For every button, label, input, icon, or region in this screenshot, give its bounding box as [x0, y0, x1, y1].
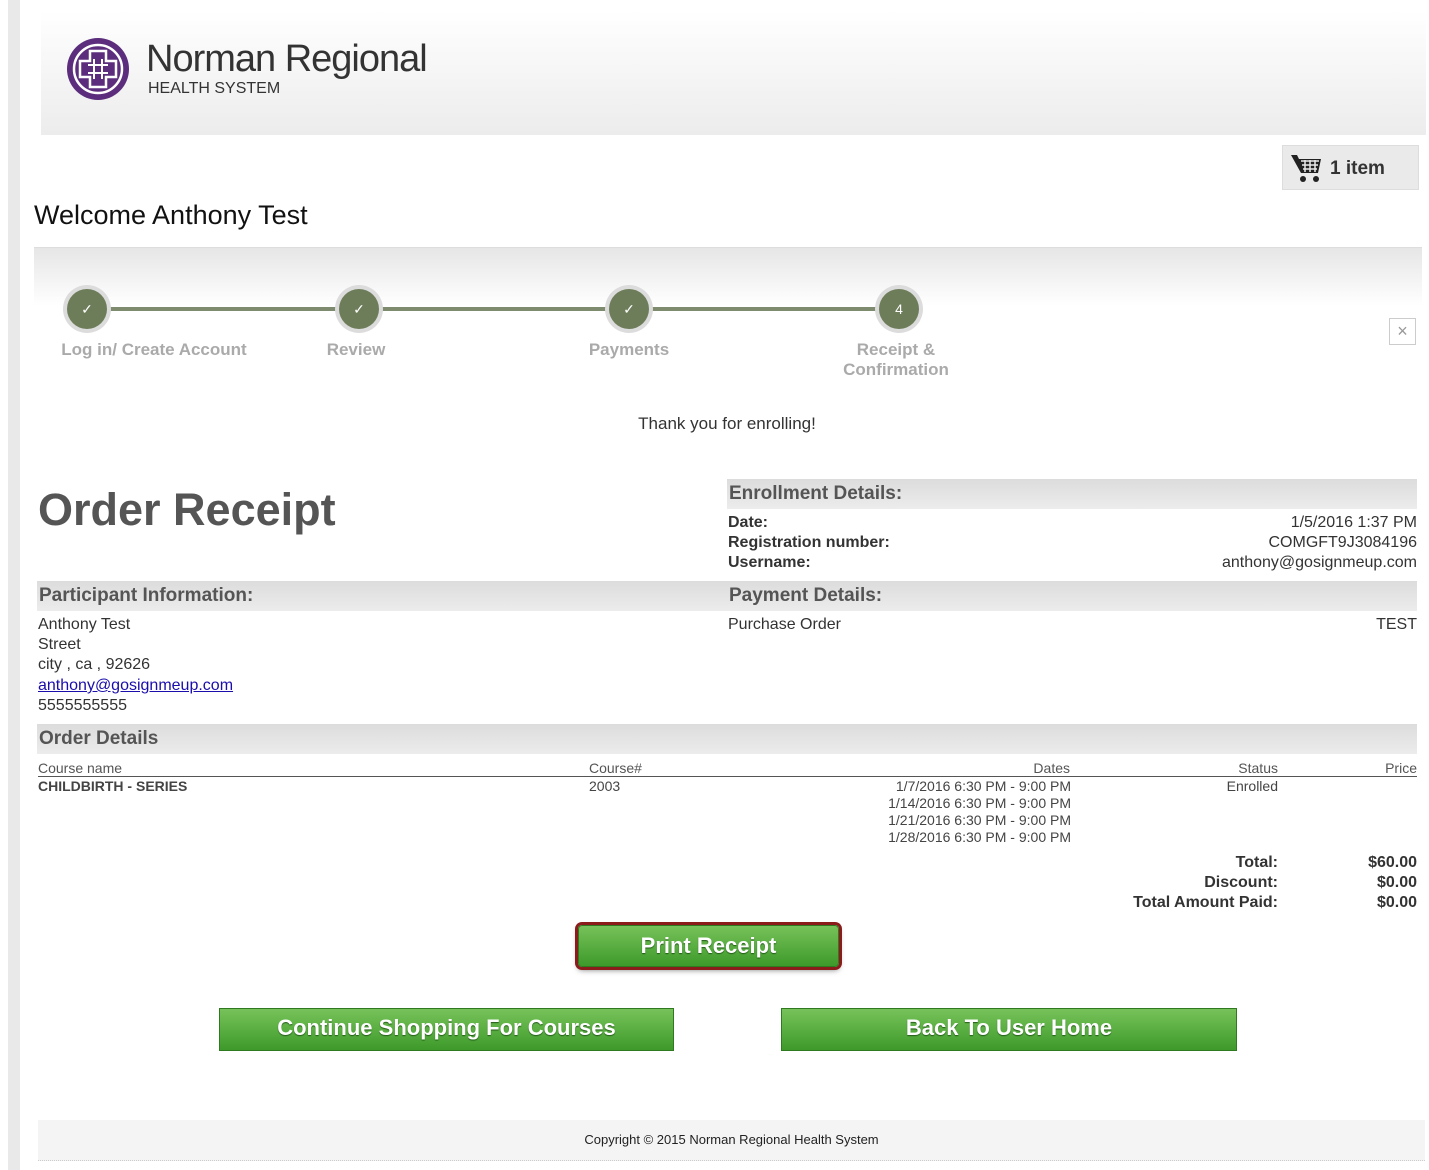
row-course-name: CHILDBIRTH - SERIES: [38, 778, 188, 794]
left-scroll-strip: [8, 0, 20, 1170]
cart-button[interactable]: 1 item: [1282, 145, 1419, 190]
username-value: anthony@gosignmeup.com: [1221, 554, 1417, 571]
continue-shopping-button[interactable]: Continue Shopping For Courses: [219, 1008, 674, 1051]
back-to-user-home-button[interactable]: Back To User Home: [781, 1008, 1237, 1051]
step-4-label-line1: Receipt &: [856, 340, 936, 359]
participant-phone: 5555555555: [38, 697, 127, 714]
discount-label: Discount:: [1204, 874, 1278, 891]
participant-city: city , ca , 92626: [38, 656, 151, 673]
participant-info-heading: Participant Information:: [37, 581, 727, 611]
row-course-number: 2003: [589, 778, 621, 794]
cart-icon: [1291, 155, 1321, 182]
welcome-heading: Welcome Anthony Test: [34, 200, 308, 230]
brand-name: Norman Regional: [146, 38, 428, 80]
step-3-marker: ✓: [609, 289, 649, 329]
table-header-rule: [38, 776, 1417, 777]
payment-method: Purchase Order: [728, 616, 841, 633]
step-1-marker: ✓: [67, 289, 107, 329]
brand-tagline: HEALTH SYSTEM: [148, 80, 281, 97]
step-2-marker: ✓: [339, 289, 379, 329]
registration-number-value: COMGFT9J3084196: [1268, 534, 1417, 551]
row-date-3: 1/21/2016 6:30 PM - 9:00 PM: [888, 812, 1071, 828]
checkout-steps-bar: [34, 247, 1422, 306]
thank-you-message: Thank you for enrolling!: [638, 414, 816, 433]
amount-paid-value: $0.00: [1376, 894, 1417, 911]
registration-number-label: Registration number:: [728, 534, 890, 551]
close-button[interactable]: ×: [1389, 318, 1416, 345]
row-date-2: 1/14/2016 6:30 PM - 9:00 PM: [888, 795, 1071, 811]
print-receipt-button[interactable]: Print Receipt: [578, 925, 839, 967]
col-course-name: Course name: [38, 760, 123, 776]
participant-street: Street: [38, 636, 81, 653]
row-status: Enrolled: [1226, 778, 1278, 794]
col-course-number: Course#: [589, 760, 642, 776]
enrollment-details-heading: Enrollment Details:: [727, 479, 1417, 509]
norman-regional-logo-icon: [67, 38, 129, 100]
order-details-heading: Order Details: [37, 724, 1417, 754]
col-price: Price: [1385, 760, 1417, 776]
step-1-label: Log in/ Create Account: [61, 340, 247, 359]
step-2-label: Review: [326, 340, 386, 359]
order-receipt-title: Order Receipt: [38, 484, 336, 535]
steps-progress-line: [88, 307, 900, 311]
step-4-marker: 4: [879, 289, 919, 329]
step-3-label: Payments: [588, 340, 670, 359]
amount-paid-label: Total Amount Paid:: [1133, 894, 1278, 911]
total-value: $60.00: [1368, 854, 1417, 871]
enrollment-date-value: 1/5/2016 1:37 PM: [1290, 514, 1417, 531]
username-label: Username:: [728, 554, 811, 571]
step-4-label: Receipt & Confirmation: [826, 340, 966, 380]
enrollment-date-label: Date:: [728, 514, 769, 531]
step-4-label-line2: Confirmation: [843, 360, 949, 379]
payment-details-heading: Payment Details:: [727, 581, 1417, 611]
cart-count: 1 item: [1330, 158, 1385, 179]
footer-copyright: Copyright © 2015 Norman Regional Health …: [38, 1120, 1425, 1161]
discount-value: $0.00: [1376, 874, 1417, 891]
col-status: Status: [1238, 760, 1278, 776]
participant-email-link[interactable]: anthony@gosignmeup.com: [38, 676, 233, 696]
participant-name: Anthony Test: [38, 616, 131, 633]
col-dates: Dates: [1033, 760, 1070, 776]
total-label: Total:: [1235, 854, 1278, 871]
payment-reference: TEST: [1376, 616, 1417, 633]
row-date-4: 1/28/2016 6:30 PM - 9:00 PM: [888, 829, 1071, 845]
row-date-1: 1/7/2016 6:30 PM - 9:00 PM: [895, 778, 1071, 794]
